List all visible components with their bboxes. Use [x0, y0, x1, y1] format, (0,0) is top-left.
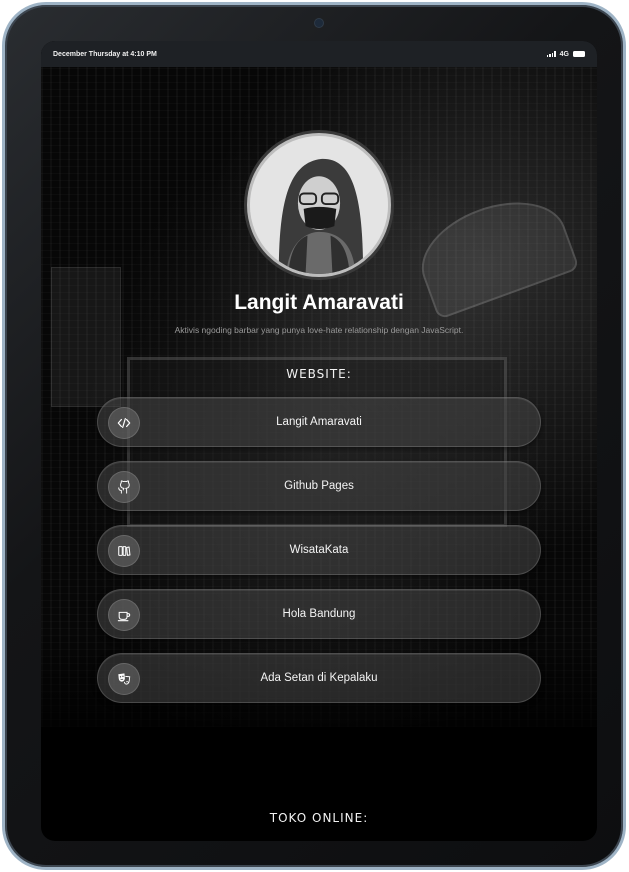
coffee-cup-icon: [108, 599, 140, 631]
avatar: [247, 133, 391, 277]
link-button-wisatakata[interactable]: WisataKata: [97, 525, 541, 575]
github-icon: [108, 471, 140, 503]
battery-icon: [573, 51, 585, 57]
pinned-notes-decoration: [51, 267, 121, 407]
link-label: Ada Setan di Kepalaku: [260, 672, 378, 684]
profile-name: Langit Amaravati: [234, 291, 404, 314]
link-label: Github Pages: [284, 480, 354, 492]
website-section-title: WEBSITE:: [286, 367, 352, 381]
website-links: Langit Amaravati Github Pages WisataKata…: [97, 397, 541, 717]
link-button-hola-bandung[interactable]: Hola Bandung: [97, 589, 541, 639]
status-indicators: 4G: [546, 50, 585, 58]
profile-bio: Aktivis ngoding barbar yang punya love-h…: [174, 325, 464, 335]
link-label: Hola Bandung: [282, 608, 356, 620]
theater-masks-icon: [108, 663, 140, 695]
link-button-ada-setan-di-kepalaku[interactable]: Ada Setan di Kepalaku: [97, 653, 541, 703]
signal-icon: [546, 51, 556, 57]
avatar-portrait: [250, 136, 388, 274]
tablet-frame: December Thursday at 4:10 PM 4G Langit A…: [2, 2, 626, 870]
link-button-langit-amaravati[interactable]: Langit Amaravati: [97, 397, 541, 447]
books-icon: [108, 535, 140, 567]
store-section-title: TOKO ONLINE:: [269, 811, 369, 825]
link-label: WisataKata: [289, 544, 349, 556]
link-button-github-pages[interactable]: Github Pages: [97, 461, 541, 511]
status-datetime: December Thursday at 4:10 PM: [53, 50, 157, 58]
front-camera: [315, 19, 323, 27]
code-icon: [108, 407, 140, 439]
network-label: 4G: [559, 50, 569, 58]
status-bar: December Thursday at 4:10 PM 4G: [41, 41, 597, 67]
link-label: Langit Amaravati: [276, 416, 362, 428]
screen: December Thursday at 4:10 PM 4G Langit A…: [41, 41, 597, 841]
